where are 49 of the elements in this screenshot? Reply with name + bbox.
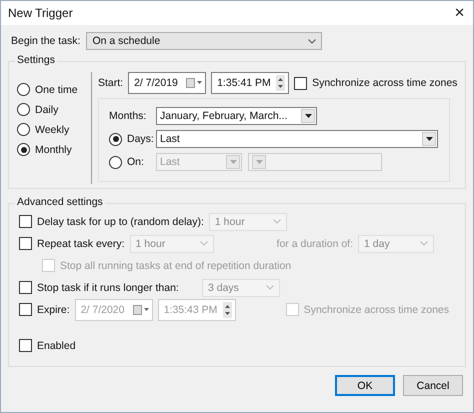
date-field[interactable]: 2/ 7/2019 [128,72,206,94]
checkbox[interactable] [19,237,32,250]
checkbox-label: Repeat task every: [37,238,125,250]
radio-button[interactable] [17,123,30,136]
chevron-down-icon [272,219,281,224]
chevron-down-icon [308,38,316,44]
chevron-down-icon [266,285,274,290]
checkbox-label: Synchronize across time zones [304,304,450,316]
duration-label: for a duration of: [276,238,354,250]
time-field[interactable]: 1:35:41 PM [211,72,290,94]
checkbox[interactable] [19,281,32,294]
schedule-option[interactable]: Weekly [17,123,91,136]
calendar-dropdown-icon [132,304,149,314]
checkbox-label: Stop task if it runs longer than: [37,282,180,294]
checkbox-label: Stop all running tasks at end of repetition duration [60,260,292,272]
radio-button[interactable] [109,132,122,146]
checkbox-label: Synchronize across time zones [312,77,458,89]
window-title: New Trigger [8,6,73,20]
radio-button[interactable] [17,143,30,156]
checkbox-label: Delay task for up to (random delay): [37,216,204,228]
trigger-dropdown[interactable]: On a schedule [86,32,322,50]
radio-button[interactable] [17,83,30,96]
spinner-icon [276,75,286,91]
schedule-option[interactable]: Monthly [17,143,91,156]
schedule-option[interactable]: Daily [17,103,91,116]
radio-button[interactable] [109,156,122,168]
group-title: Advanced settings [15,196,105,208]
chevron-down-icon [420,241,428,246]
begin-label: Begin the task: [11,35,80,47]
close-button[interactable]: ✕ [454,5,465,21]
group-title: Settings [15,54,57,66]
checkbox-label: Enabled [37,340,76,352]
months-dropdown[interactable]: January, February, March... [156,107,317,125]
checkbox[interactable] [19,215,32,228]
chevron-down-icon [200,241,208,246]
days-dropdown[interactable]: Last [156,130,438,148]
calendar-dropdown-icon [186,78,202,88]
start-label: Start: [98,77,124,89]
spinner-icon [222,302,232,318]
checkbox[interactable] [294,76,308,90]
checkbox[interactable] [19,303,32,316]
checkbox[interactable] [19,339,32,352]
schedule-option[interactable]: One time [17,83,91,96]
months-label: Months: [109,110,148,122]
dialog-button[interactable]: Cancel [403,375,463,396]
radio-button[interactable] [17,103,30,116]
dialog-button[interactable]: OK [335,375,395,396]
on-option[interactable]: On: [109,156,150,168]
checkbox-label: Expire: [37,304,70,316]
